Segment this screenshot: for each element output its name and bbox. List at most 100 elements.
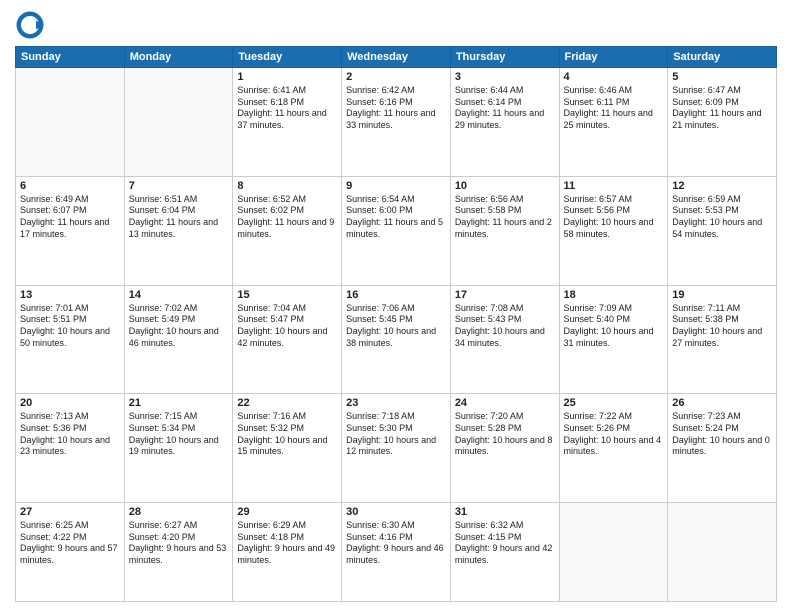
calendar-cell (124, 68, 233, 177)
day-info: Daylight: 9 hours and 49 minutes. (237, 543, 337, 566)
day-number: 10 (455, 180, 555, 192)
day-info: Sunset: 5:47 PM (237, 314, 337, 326)
day-number: 23 (346, 397, 446, 409)
day-number: 19 (672, 289, 772, 301)
day-info: Daylight: 10 hours and 58 minutes. (564, 217, 664, 240)
day-info: Sunset: 6:09 PM (672, 97, 772, 109)
day-info: Sunset: 5:24 PM (672, 423, 772, 435)
day-info: Sunset: 6:16 PM (346, 97, 446, 109)
calendar-cell: 23Sunrise: 7:18 AMSunset: 5:30 PMDayligh… (342, 394, 451, 503)
day-number: 16 (346, 289, 446, 301)
day-info: Daylight: 11 hours and 29 minutes. (455, 108, 555, 131)
day-info: Daylight: 10 hours and 0 minutes. (672, 435, 772, 458)
calendar-cell (559, 503, 668, 602)
day-info: Sunrise: 6:59 AM (672, 194, 772, 206)
calendar-cell: 6 Sunrise: 6:49 AMSunset: 6:07 PMDaylight… (16, 176, 125, 285)
day-info: Sunrise: 7:08 AM (455, 303, 555, 315)
day-info: Sunrise: 6:49 AM (20, 194, 120, 206)
day-number: 6 (20, 180, 120, 192)
day-info: Sunrise: 7:04 AM (237, 303, 337, 315)
day-number: 24 (455, 397, 555, 409)
day-info: Daylight: 10 hours and 54 minutes. (672, 217, 772, 240)
calendar-cell: 9Sunrise: 6:54 AMSunset: 6:00 PMDaylight… (342, 176, 451, 285)
day-number: 15 (237, 289, 337, 301)
day-info: Sunrise: 7:15 AM (129, 411, 229, 423)
day-info: Daylight: 11 hours and 33 minutes. (346, 108, 446, 131)
day-info: Sunset: 5:56 PM (564, 205, 664, 217)
day-number: 3 (455, 71, 555, 83)
day-info: Daylight: 11 hours and 9 minutes. (237, 217, 337, 240)
day-number: 25 (564, 397, 664, 409)
calendar-cell: 14Sunrise: 7:02 AMSunset: 5:49 PMDayligh… (124, 285, 233, 394)
day-info: Sunset: 6:07 PM (20, 205, 120, 217)
calendar-cell: 5Sunrise: 6:47 AMSunset: 6:09 PMDaylight… (668, 68, 777, 177)
day-info: Sunrise: 7:13 AM (20, 411, 120, 423)
day-info: Daylight: 9 hours and 42 minutes. (455, 543, 555, 566)
calendar-week-row: 1Sunrise: 6:41 AMSunset: 6:18 PMDaylight… (16, 68, 777, 177)
day-info: Sunset: 5:28 PM (455, 423, 555, 435)
day-info: Sunrise: 6:51 AM (129, 194, 229, 206)
day-number: 17 (455, 289, 555, 301)
day-info: Sunset: 4:22 PM (20, 532, 120, 544)
day-number: 11 (564, 180, 664, 192)
calendar-header-row: SundayMondayTuesdayWednesdayThursdayFrid… (16, 47, 777, 68)
day-info: Daylight: 11 hours and 37 minutes. (237, 108, 337, 131)
day-info: Daylight: 10 hours and 34 minutes. (455, 326, 555, 349)
day-info: Daylight: 10 hours and 38 minutes. (346, 326, 446, 349)
day-number: 29 (237, 506, 337, 518)
day-info: Daylight: 11 hours and 2 minutes. (455, 217, 555, 240)
day-number: 31 (455, 506, 555, 518)
day-number: 5 (672, 71, 772, 83)
day-info: Daylight: 11 hours and 17 minutes. (20, 217, 120, 240)
day-info: Sunset: 4:16 PM (346, 532, 446, 544)
day-info: Sunrise: 6:44 AM (455, 85, 555, 97)
day-info: Sunrise: 6:32 AM (455, 520, 555, 532)
day-info: Daylight: 10 hours and 31 minutes. (564, 326, 664, 349)
day-info: Sunrise: 7:09 AM (564, 303, 664, 315)
calendar-cell: 1Sunrise: 6:41 AMSunset: 6:18 PMDaylight… (233, 68, 342, 177)
day-number: 20 (20, 397, 120, 409)
day-info: Sunrise: 6:41 AM (237, 85, 337, 97)
calendar-week-row: 27Sunrise: 6:25 AMSunset: 4:22 PMDayligh… (16, 503, 777, 602)
day-info: Sunrise: 6:42 AM (346, 85, 446, 97)
calendar-cell (668, 503, 777, 602)
day-info: Sunset: 5:49 PM (129, 314, 229, 326)
calendar-cell: 18 Sunrise: 7:09 AMSunset: 5:40 PMDayligh… (559, 285, 668, 394)
day-header-wednesday: Wednesday (342, 47, 451, 68)
page: SundayMondayTuesdayWednesdayThursdayFrid… (0, 0, 792, 612)
day-info: Sunset: 6:11 PM (564, 97, 664, 109)
day-number: 13 (20, 289, 120, 301)
calendar-cell: 3Sunrise: 6:44 AMSunset: 6:14 PMDaylight… (450, 68, 559, 177)
logo-icon (15, 10, 45, 40)
day-number: 12 (672, 180, 772, 192)
day-info: Daylight: 10 hours and 42 minutes. (237, 326, 337, 349)
day-info: Sunrise: 6:54 AM (346, 194, 446, 206)
calendar-cell: 10Sunrise: 6:56 AMSunset: 5:58 PMDayligh… (450, 176, 559, 285)
day-header-sunday: Sunday (16, 47, 125, 68)
calendar-cell: 4Sunrise: 6:46 AMSunset: 6:11 PMDaylight… (559, 68, 668, 177)
day-number: 1 (237, 71, 337, 83)
day-info: Daylight: 10 hours and 46 minutes. (129, 326, 229, 349)
calendar-cell: 28Sunrise: 6:27 AMSunset: 4:20 PMDayligh… (124, 503, 233, 602)
logo (15, 10, 49, 40)
day-number: 18 (564, 289, 664, 301)
day-header-monday: Monday (124, 47, 233, 68)
calendar-cell: 17Sunrise: 7:08 AMSunset: 5:43 PMDayligh… (450, 285, 559, 394)
day-info: Sunset: 6:00 PM (346, 205, 446, 217)
day-header-friday: Friday (559, 47, 668, 68)
day-info: Sunrise: 7:11 AM (672, 303, 772, 315)
day-number: 30 (346, 506, 446, 518)
day-info: Sunset: 6:04 PM (129, 205, 229, 217)
calendar-cell: 11Sunrise: 6:57 AMSunset: 5:56 PMDayligh… (559, 176, 668, 285)
day-info: Sunset: 5:40 PM (564, 314, 664, 326)
calendar-cell: 30Sunrise: 6:30 AMSunset: 4:16 PMDayligh… (342, 503, 451, 602)
calendar-cell: 24Sunrise: 7:20 AMSunset: 5:28 PMDayligh… (450, 394, 559, 503)
calendar-cell: 20Sunrise: 7:13 AMSunset: 5:36 PMDayligh… (16, 394, 125, 503)
day-info: Sunset: 4:18 PM (237, 532, 337, 544)
calendar-cell: 7Sunrise: 6:51 AMSunset: 6:04 PMDaylight… (124, 176, 233, 285)
day-info: Sunrise: 7:18 AM (346, 411, 446, 423)
calendar-cell: 19Sunrise: 7:11 AMSunset: 5:38 PMDayligh… (668, 285, 777, 394)
day-info: Daylight: 11 hours and 5 minutes. (346, 217, 446, 240)
day-info: Sunrise: 7:23 AM (672, 411, 772, 423)
day-number: 28 (129, 506, 229, 518)
